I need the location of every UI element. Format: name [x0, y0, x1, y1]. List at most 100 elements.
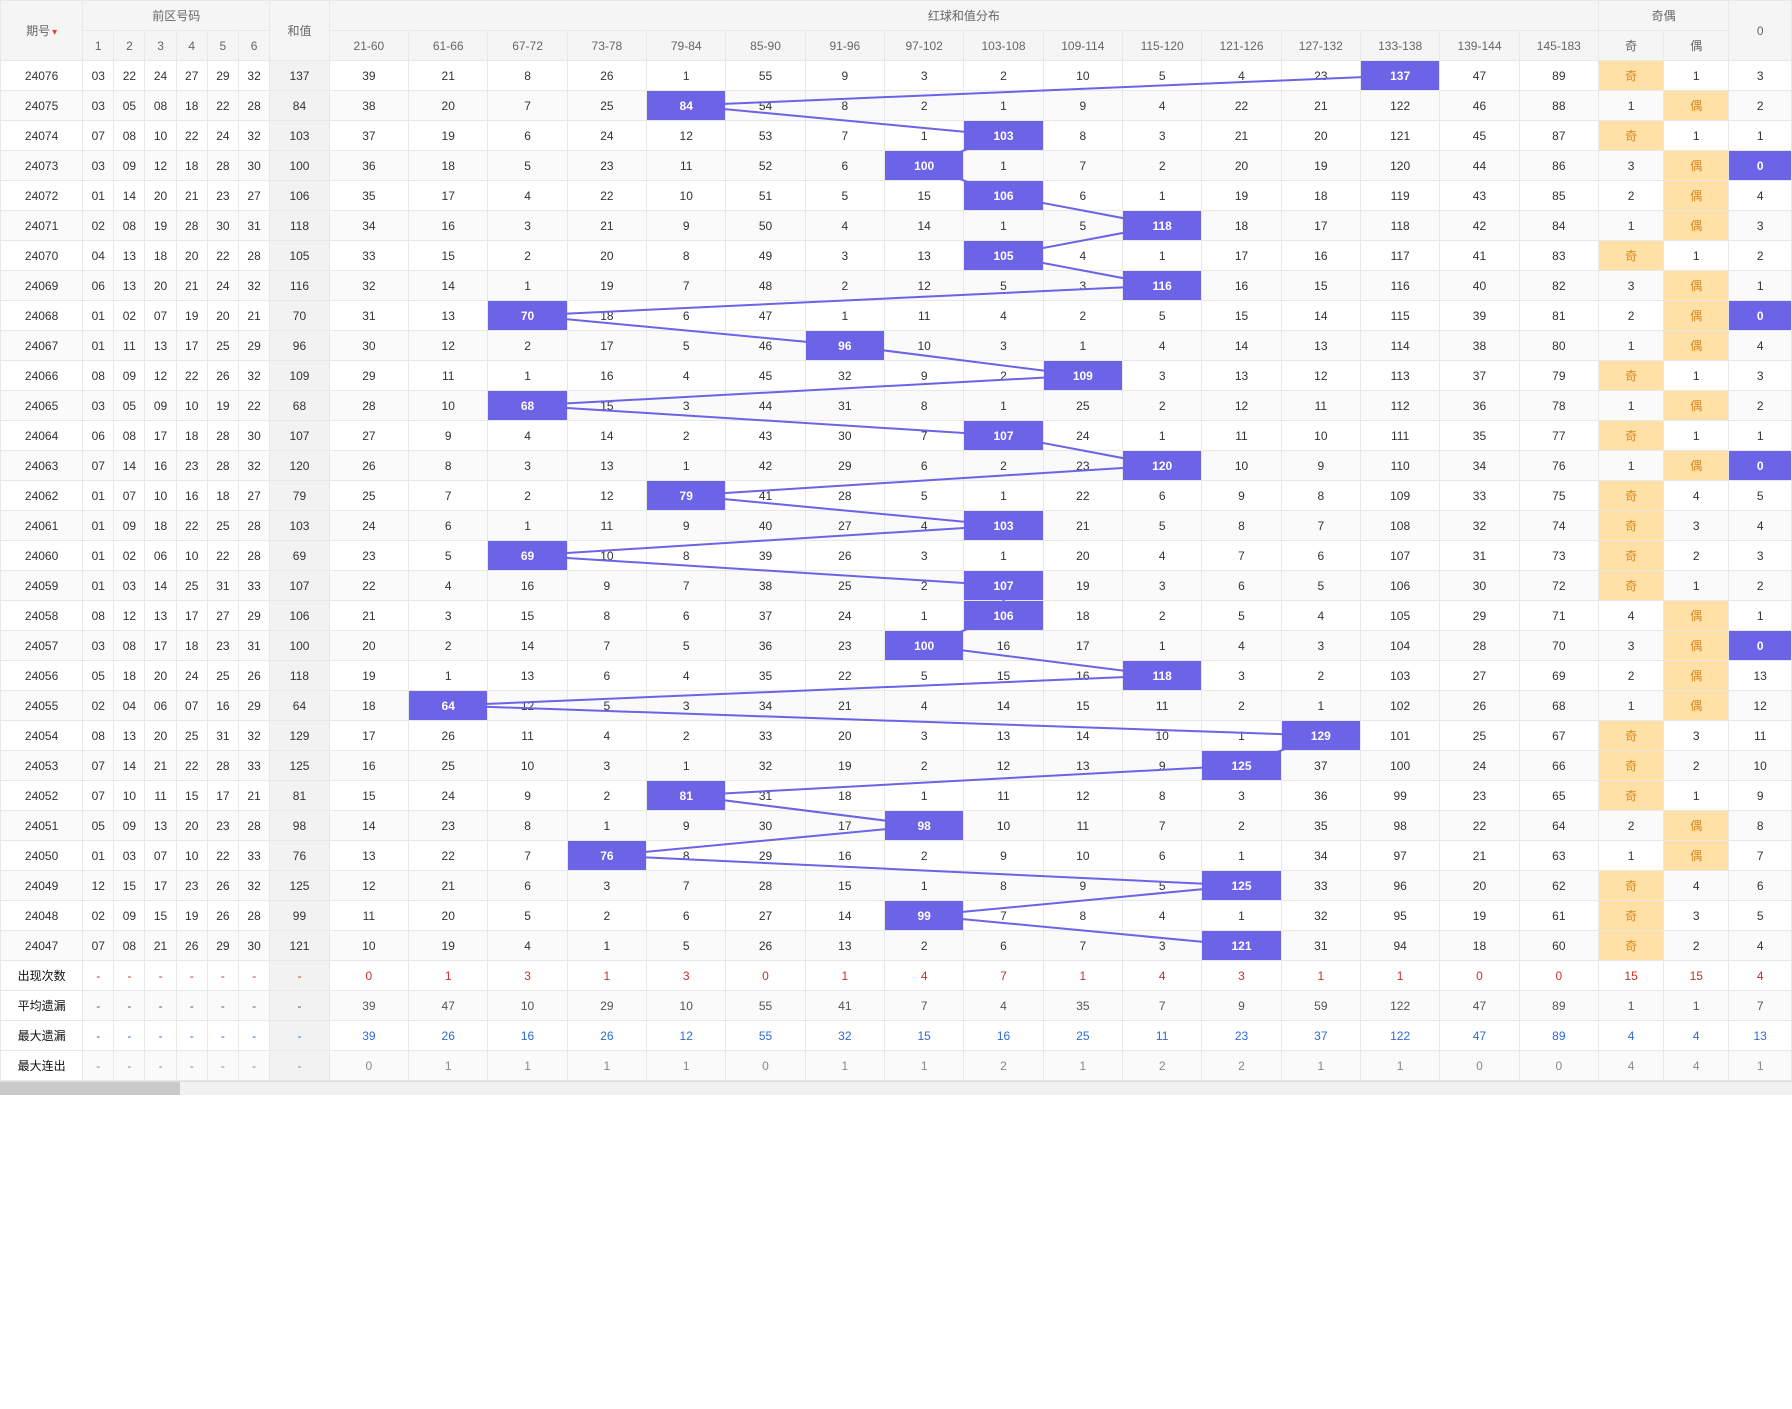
stat-value: 12 — [647, 1021, 726, 1051]
cell-sum: 118 — [270, 661, 330, 691]
stat-value: 1 — [1281, 1051, 1360, 1081]
cell-dist: 77 — [1519, 421, 1598, 451]
cell-dist: 22 — [1440, 811, 1519, 841]
cell-sum: 106 — [270, 181, 330, 211]
stat-value: 0 — [726, 1051, 805, 1081]
cell-dist: 30 — [726, 811, 805, 841]
cell-dist: 11 — [1281, 391, 1360, 421]
cell-even-hit: 偶 — [1664, 181, 1729, 211]
cell-dist: 19 — [1440, 901, 1519, 931]
cell-issue: 24066 — [1, 361, 83, 391]
cell-front: 32 — [238, 121, 269, 151]
cell-oe: 2 — [1664, 751, 1729, 781]
cell-dist: 47 — [726, 301, 805, 331]
cell-dist: 16 — [409, 211, 488, 241]
cell-dist-hit: 69 — [488, 541, 567, 571]
col-dist: 115-120 — [1123, 31, 1202, 61]
cell-dist: 4 — [647, 361, 726, 391]
table-row: 2405703081718233110020214753623100161714… — [1, 631, 1792, 661]
cell-dist: 4 — [885, 691, 964, 721]
cell-dist: 4 — [567, 721, 646, 751]
cell-front: 02 — [83, 211, 114, 241]
table-row: 2406101091822252810324611194027410321587… — [1, 511, 1792, 541]
cell-front: 12 — [83, 871, 114, 901]
cell-dist: 9 — [1043, 871, 1122, 901]
cell-dist: 23 — [1281, 61, 1360, 91]
cell-zero: 3 — [1729, 541, 1792, 571]
cell-dist: 2 — [964, 361, 1043, 391]
cell-front: 32 — [238, 271, 269, 301]
cell-front: 13 — [114, 271, 145, 301]
horizontal-scrollbar[interactable] — [0, 1081, 1792, 1095]
cell-odd-hit: 奇 — [1599, 721, 1664, 751]
cell-dist: 11 — [1123, 691, 1202, 721]
cell-issue: 24059 — [1, 571, 83, 601]
cell-dist: 46 — [1440, 91, 1519, 121]
cell-dist: 28 — [329, 391, 408, 421]
cell-dist-hit: 103 — [964, 511, 1043, 541]
cell-dist: 104 — [1360, 631, 1439, 661]
cell-front: 28 — [238, 511, 269, 541]
cell-dist: 46 — [726, 331, 805, 361]
cell-dist: 121 — [1360, 121, 1439, 151]
stat-dash: - — [207, 991, 238, 1021]
cell-even-hit: 偶 — [1664, 301, 1729, 331]
cell-front: 01 — [83, 571, 114, 601]
cell-dist: 3 — [885, 721, 964, 751]
table-row: 2405408132025313212917261142332031314101… — [1, 721, 1792, 751]
cell-front: 13 — [145, 811, 176, 841]
cell-dist: 105 — [1360, 601, 1439, 631]
cell-zero: 3 — [1729, 61, 1792, 91]
cell-front: 06 — [145, 691, 176, 721]
stat-dash: - — [270, 1051, 330, 1081]
cell-odd-hit: 奇 — [1599, 781, 1664, 811]
stat-value: 3 — [488, 961, 567, 991]
cell-dist: 1 — [647, 61, 726, 91]
cell-dist: 1 — [488, 511, 567, 541]
cell-front: 32 — [238, 61, 269, 91]
stat-value: 23 — [1202, 1021, 1281, 1051]
col-group-front: 前区号码 — [83, 1, 270, 31]
cell-dist: 18 — [409, 151, 488, 181]
cell-dist: 3 — [1123, 121, 1202, 151]
cell-dist: 12 — [329, 871, 408, 901]
cell-front: 17 — [145, 631, 176, 661]
cell-front: 27 — [176, 61, 207, 91]
cell-dist: 7 — [1123, 811, 1202, 841]
stat-value: 25 — [1043, 1021, 1122, 1051]
cell-even-hit: 偶 — [1664, 661, 1729, 691]
cell-front: 23 — [207, 811, 238, 841]
scrollbar-thumb[interactable] — [0, 1082, 180, 1095]
cell-front: 03 — [83, 91, 114, 121]
cell-dist: 19 — [1281, 151, 1360, 181]
cell-dist: 20 — [409, 901, 488, 931]
cell-front: 26 — [207, 871, 238, 901]
stat-dash: - — [270, 991, 330, 1021]
table-row: 2405502040607162964186412533421414151121… — [1, 691, 1792, 721]
cell-front: 19 — [145, 211, 176, 241]
stat-dash: - — [238, 1021, 269, 1051]
cell-issue: 24064 — [1, 421, 83, 451]
cell-dist: 24 — [1043, 421, 1122, 451]
cell-oe: 1 — [1664, 571, 1729, 601]
cell-front: 04 — [83, 241, 114, 271]
cell-dist: 1 — [647, 451, 726, 481]
cell-dist: 14 — [805, 901, 884, 931]
stat-value: 0 — [329, 1051, 408, 1081]
cell-dist: 27 — [329, 421, 408, 451]
cell-dist: 43 — [726, 421, 805, 451]
stat-dash: - — [270, 961, 330, 991]
stat-dash: - — [270, 1021, 330, 1051]
col-issue[interactable]: 期号▾ — [1, 1, 83, 61]
cell-dist: 100 — [1360, 751, 1439, 781]
cell-dist: 7 — [885, 421, 964, 451]
cell-dist: 16 — [1043, 661, 1122, 691]
cell-dist: 102 — [1360, 691, 1439, 721]
cell-dist: 82 — [1519, 271, 1598, 301]
cell-dist: 5 — [1123, 871, 1202, 901]
cell-issue: 24070 — [1, 241, 83, 271]
cell-sum: 96 — [270, 331, 330, 361]
cell-front: 33 — [238, 571, 269, 601]
cell-dist: 1 — [1123, 421, 1202, 451]
cell-dist: 20 — [567, 241, 646, 271]
